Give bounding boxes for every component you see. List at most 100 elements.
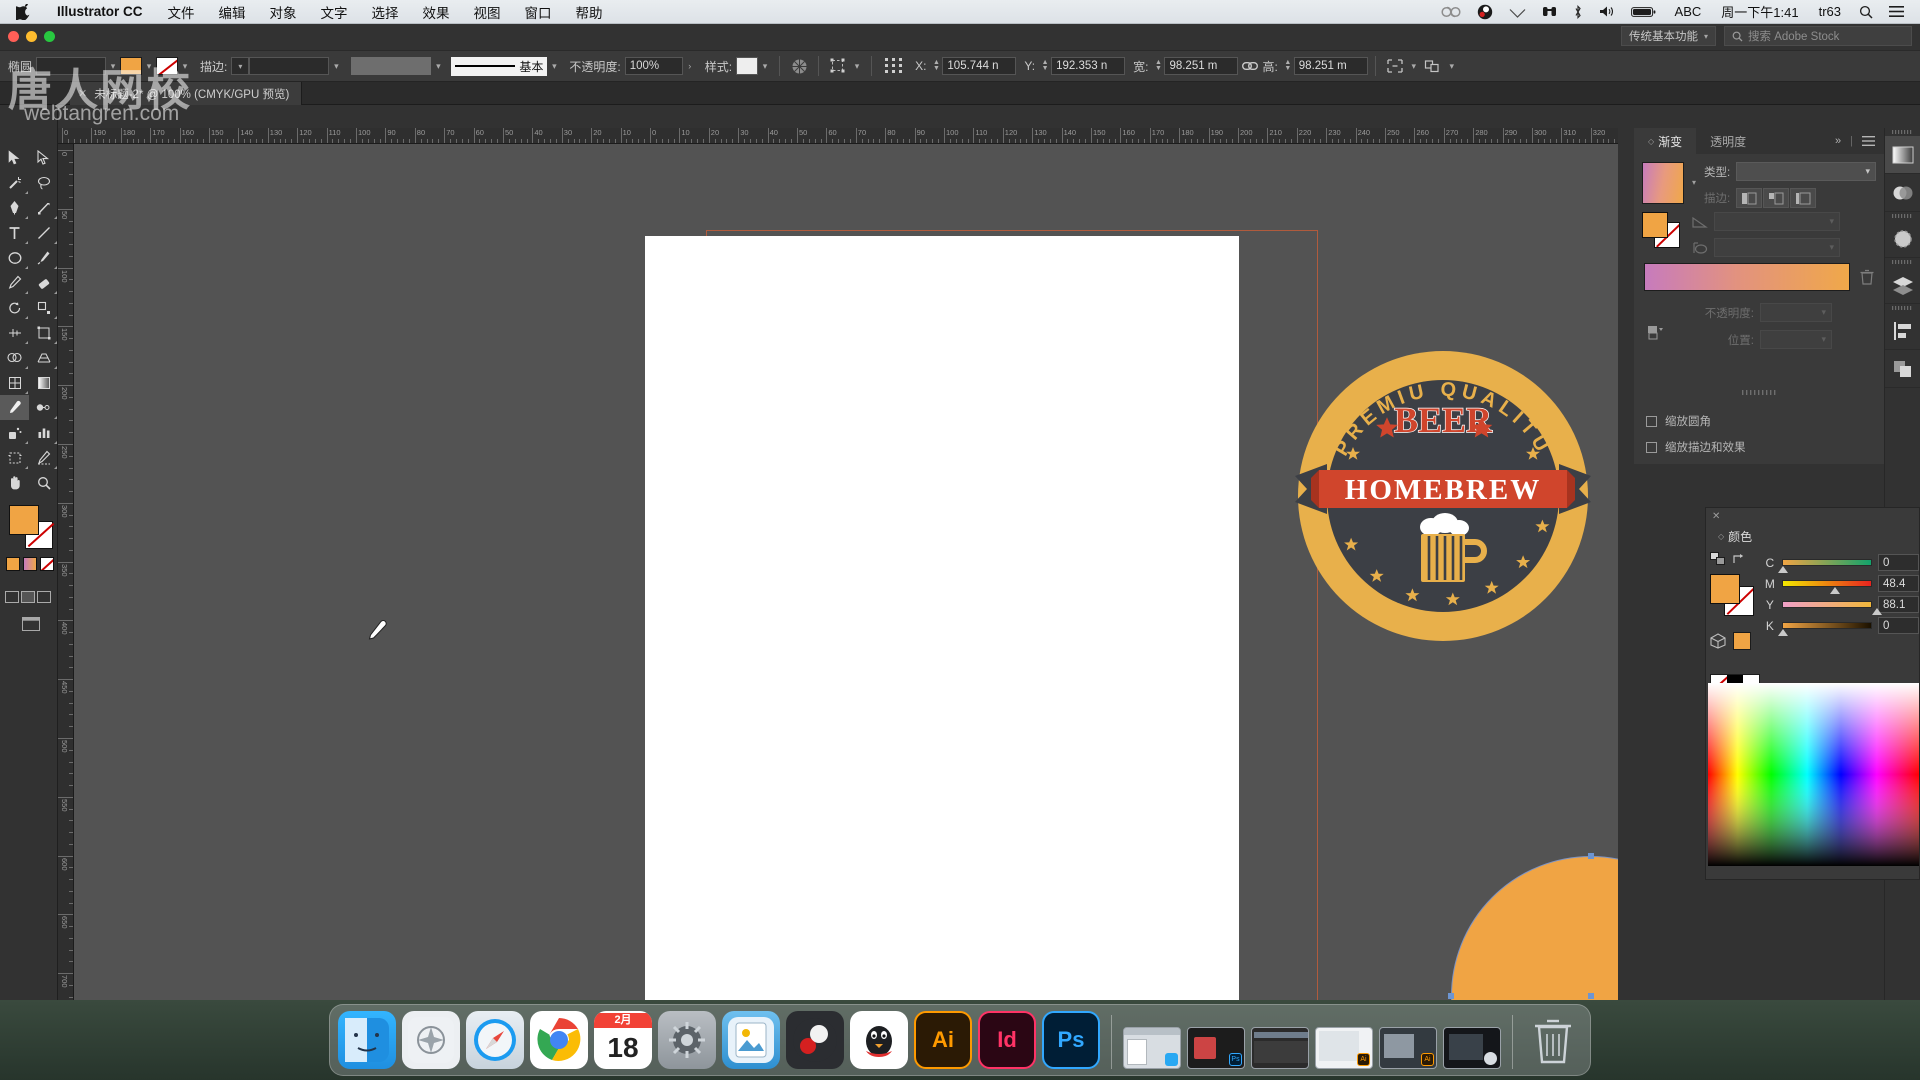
toolbar-fill-swatch[interactable] [9, 505, 39, 535]
rail-grip[interactable] [1885, 258, 1920, 266]
screen-mode-button[interactable] [22, 617, 40, 631]
search-icon[interactable] [1851, 0, 1881, 24]
y-slider-knob[interactable] [1871, 608, 1882, 615]
chevron-down-icon[interactable]: ▾ [850, 57, 864, 75]
chevron-down-icon[interactable]: ▾ [106, 57, 120, 75]
menu-effect[interactable]: 效果 [411, 2, 462, 22]
mesh-tool[interactable] [0, 370, 29, 395]
zoom-tool[interactable] [29, 470, 58, 495]
rail-grip[interactable] [1885, 212, 1920, 220]
pen-tool[interactable] [0, 195, 29, 220]
apple-icon[interactable] [0, 3, 44, 20]
last-color-swatch[interactable] [1733, 632, 1751, 650]
gradient-fill-swatch[interactable] [1642, 212, 1668, 238]
menu-edit[interactable]: 编辑 [207, 2, 258, 22]
gradient-fill-stroke-control[interactable] [1642, 212, 1684, 252]
x-field[interactable]: 105.744 n [942, 57, 1017, 75]
chevron-down-icon[interactable]: ▾ [431, 57, 445, 75]
control-center-icon[interactable] [1881, 0, 1912, 24]
none-button[interactable] [40, 557, 54, 571]
panel-resize-grip[interactable] [1634, 390, 1884, 395]
window-thumb-1[interactable] [1123, 1027, 1181, 1069]
zoom-window-button[interactable] [44, 31, 55, 42]
rail-grip[interactable] [1885, 128, 1920, 136]
window-thumb-6[interactable] [1443, 1027, 1501, 1069]
beer-logo-artwork[interactable]: PREMIU QUALITU BEER HOMEBREW [1293, 346, 1591, 643]
transparency-panel-icon[interactable] [1885, 174, 1920, 212]
chevron-down-icon[interactable]: ▾ [142, 57, 156, 75]
align-panel-icon[interactable] [1885, 312, 1920, 350]
y-field[interactable]: 192.353 n [1051, 57, 1126, 75]
stroke-panel-icon[interactable] [1885, 220, 1920, 258]
dock-item-launchpad[interactable] [402, 1011, 460, 1069]
horizontal-ruler[interactable]: 0 190 180 170 160 150 140 130 120 110 100 90 80 70 60 5… [58, 128, 1618, 144]
creative-cloud-icon[interactable] [1433, 0, 1469, 24]
k-slider-knob[interactable] [1777, 629, 1788, 636]
traffic-lights[interactable] [8, 31, 55, 42]
lasso-tool[interactable] [29, 170, 58, 195]
width-field[interactable]: 98.251 m [1164, 57, 1239, 75]
reverse-gradient-icon[interactable] [1648, 324, 1668, 342]
menu-view[interactable]: 视图 [462, 2, 513, 22]
gradient-along-stroke-icon[interactable] [1763, 188, 1790, 208]
artboard-tool[interactable] [0, 445, 29, 470]
window-thumb-2[interactable]: Ps [1187, 1027, 1245, 1069]
opacity-options-icon[interactable]: › [683, 57, 697, 75]
workspace-switcher[interactable]: 传统基本功能 ▾ [1620, 26, 1716, 46]
dock-item-system-preferences[interactable] [658, 1011, 716, 1069]
color-cube-icon[interactable] [1710, 633, 1726, 649]
variable-width-profile[interactable] [351, 57, 432, 75]
window-thumb-3[interactable] [1251, 1027, 1309, 1069]
c-value-field[interactable]: 0 [1878, 554, 1919, 571]
scale-corners-row[interactable]: 缩放圆角 [1646, 413, 1884, 429]
transform-icon[interactable] [826, 55, 850, 77]
menu-file[interactable]: 文件 [156, 2, 207, 22]
gradient-opacity-field[interactable]: ▾ [1760, 303, 1832, 322]
minimize-window-button[interactable] [26, 31, 37, 42]
gradient-tool[interactable] [29, 370, 58, 395]
anchor-left[interactable] [1448, 993, 1454, 999]
artboard-canvas[interactable]: PREMIU QUALITU BEER HOMEBREW [74, 144, 1618, 1000]
color-button[interactable] [6, 557, 20, 571]
rail-grip[interactable] [1885, 304, 1920, 312]
pathfinder-panel-icon[interactable] [1885, 350, 1920, 388]
stroke-swatch[interactable] [156, 57, 179, 75]
y-stepper[interactable]: ▲ ▼ [1039, 59, 1051, 72]
link-ratio-icon[interactable] [1238, 55, 1262, 77]
chevron-down-icon[interactable]: ▾ [329, 57, 343, 75]
scale-strokes-row[interactable]: 缩放描边和效果 [1646, 439, 1884, 455]
input-source-label[interactable]: ABC [1665, 4, 1712, 19]
dock-item-qq[interactable] [850, 1011, 908, 1069]
paintbrush-tool[interactable] [29, 245, 58, 270]
chevron-down-icon[interactable]: ▾ [547, 57, 561, 75]
perspective-grid-tool[interactable] [29, 345, 58, 370]
gradient-location-field[interactable]: ▾ [1760, 330, 1832, 349]
stroke-style-menu[interactable]: ▾ [231, 57, 250, 75]
chevron-down-icon[interactable]: ▾ [1445, 57, 1459, 75]
binoculars-icon[interactable] [1534, 0, 1565, 24]
c-slider-knob[interactable] [1777, 566, 1788, 573]
chevron-down-icon[interactable]: ▾ [1407, 57, 1421, 75]
free-transform-tool[interactable] [29, 320, 58, 345]
isolate-icon[interactable] [1421, 55, 1445, 77]
menu-help[interactable]: 帮助 [564, 2, 615, 22]
document-tab[interactable]: ✕ 未标题-2* @ 100% (CMYK/GPU 预览) [70, 82, 303, 105]
shape-builder-tool[interactable] [0, 345, 29, 370]
scale-tool[interactable] [29, 295, 58, 320]
tab-gradient[interactable]: ◇ 渐变 [1634, 128, 1697, 154]
obs-icon[interactable] [1469, 0, 1501, 24]
ellipse-tool[interactable] [0, 245, 29, 270]
draw-inside-icon[interactable] [37, 591, 51, 603]
dock-item-trash[interactable] [1524, 1011, 1582, 1069]
add-anchor-point-tool[interactable] [29, 195, 58, 220]
selected-ellipse[interactable] [1451, 856, 1618, 1000]
direct-selection-tool[interactable] [29, 145, 58, 170]
selection-tool[interactable] [0, 145, 29, 170]
color-fill-swatch[interactable] [1710, 574, 1740, 604]
double-chevron-icon[interactable]: » [1835, 135, 1841, 147]
dock-item-safari[interactable] [466, 1011, 524, 1069]
gradient-button[interactable] [23, 557, 37, 571]
dock-item-calendar[interactable]: 2月 18 [594, 1011, 652, 1069]
swap-fill-stroke-icon[interactable] [1732, 553, 1745, 565]
reference-point-selector[interactable] [879, 55, 909, 77]
